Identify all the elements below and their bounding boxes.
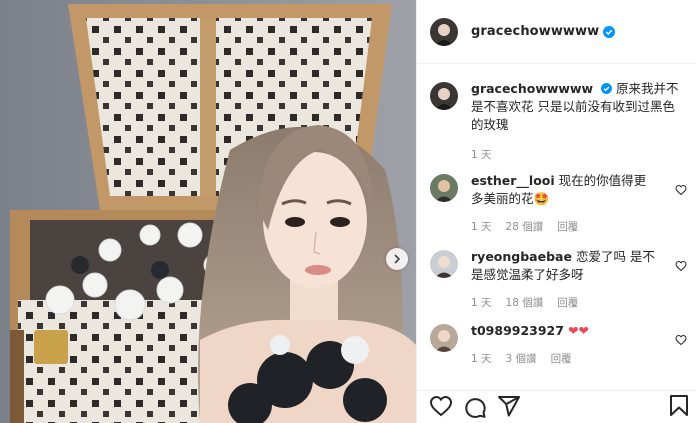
comment-icon[interactable]: [463, 394, 487, 422]
commenter-avatar[interactable]: [430, 250, 458, 278]
comment-username[interactable]: ryeongbaebae: [471, 249, 572, 264]
comment-item: ryeongbaebae 恋爱了吗 是不是感觉温柔了好多呀 1 天 18 個讚 …: [430, 248, 695, 312]
post-photo[interactable]: [0, 0, 416, 423]
commenter-avatar[interactable]: [430, 174, 458, 202]
comment-time[interactable]: 1 天: [471, 294, 492, 312]
comment-text: ❤❤: [567, 323, 589, 338]
commenter-avatar[interactable]: [430, 324, 458, 352]
reply-button[interactable]: 回覆: [557, 294, 578, 312]
caption-author-avatar[interactable]: [430, 82, 458, 110]
verified-icon: [601, 83, 613, 94]
bookmark-icon[interactable]: [667, 394, 691, 422]
heart-icon[interactable]: [429, 394, 453, 422]
photo-image: [0, 0, 416, 423]
next-photo-button[interactable]: [386, 248, 408, 270]
caption-username[interactable]: gracechowwwww: [471, 81, 593, 96]
chevron-right-icon: [392, 254, 402, 264]
comment-likes[interactable]: 28 個讚: [506, 218, 544, 236]
author-username[interactable]: gracechowwwww: [471, 24, 599, 39]
post-header: gracechowwwww: [417, 0, 696, 64]
heart-icon[interactable]: [675, 257, 687, 276]
heart-icon[interactable]: [675, 331, 687, 350]
caption-time[interactable]: 1 天: [471, 146, 681, 164]
comment-likes[interactable]: 3 個讚: [506, 350, 537, 368]
comment-username[interactable]: t0989923927: [471, 323, 564, 338]
reply-button[interactable]: 回覆: [557, 218, 578, 236]
comment-time[interactable]: 1 天: [471, 350, 492, 368]
share-icon[interactable]: [497, 394, 521, 422]
post-side-panel: gracechowwwww gracechowwwww 原来我并不是不喜欢花 只…: [416, 0, 696, 423]
comment-likes[interactable]: 18 個讚: [506, 294, 544, 312]
author-avatar[interactable]: [430, 17, 458, 46]
comment-item: esther__looi 现在的你值得更多美丽的花🤩 1 天 28 個讚 回覆: [430, 172, 695, 236]
post-action-bar: [417, 390, 696, 423]
post-caption: gracechowwwww 原来我并不是不喜欢花 只是以前没有收到过黑色的玫瑰 …: [430, 80, 690, 164]
comment-item: t0989923927 ❤❤ 1 天 3 個讚 回覆: [430, 322, 695, 368]
reply-button[interactable]: 回覆: [551, 350, 572, 368]
comment-username[interactable]: esther__looi: [471, 173, 555, 188]
comment-time[interactable]: 1 天: [471, 218, 492, 236]
heart-icon[interactable]: [675, 181, 687, 200]
verified-icon: [603, 25, 616, 38]
